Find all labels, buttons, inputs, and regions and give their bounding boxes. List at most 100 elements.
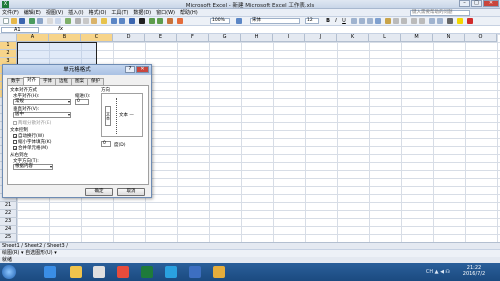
vertical-align-select[interactable]: 居中 [13, 112, 71, 118]
degrees-spinner[interactable]: 0 [101, 141, 111, 147]
fill-color-icon[interactable] [457, 18, 463, 24]
dialog-close-button[interactable]: ✕ [136, 66, 149, 73]
column-header[interactable]: C [81, 34, 113, 42]
column-header[interactable]: N [433, 34, 465, 42]
sort-descending-icon[interactable] [157, 18, 163, 24]
decrease-indent-icon[interactable] [429, 18, 435, 24]
help-search-input[interactable]: 键入需要帮助的问题 [410, 10, 470, 16]
menu-file[interactable]: 文件(F) [2, 9, 19, 16]
column-header[interactable]: A [17, 34, 49, 42]
clock[interactable]: 21:22 2016/7/2 [454, 265, 494, 277]
save-icon[interactable] [19, 18, 25, 24]
column-header[interactable]: J [305, 34, 337, 42]
explorer-icon[interactable] [70, 266, 82, 278]
menu-tools[interactable]: 工具(T) [111, 9, 128, 16]
column-header[interactable]: F [177, 34, 209, 42]
orientation-control[interactable]: 文本 文本 — [101, 93, 143, 137]
increase-indent-icon[interactable] [437, 18, 443, 24]
word-task-icon[interactable] [189, 266, 201, 278]
tab-patterns[interactable]: 图案 [71, 78, 88, 85]
sheet-tabs[interactable]: Sheet1 / Sheet2 / Sheet3 / [0, 242, 500, 249]
fx-icon[interactable]: fx [58, 26, 63, 32]
column-header[interactable]: O [465, 34, 497, 42]
zoom-select[interactable]: 100% [210, 18, 230, 24]
column-header[interactable]: K [337, 34, 369, 42]
autosum-icon[interactable] [139, 18, 145, 24]
font-select[interactable]: 宋体 [250, 18, 300, 24]
align-center-icon[interactable] [359, 18, 365, 24]
column-header[interactable]: I [273, 34, 305, 42]
decrease-decimal-icon[interactable] [419, 18, 425, 24]
justify-distributed-checkbox[interactable]: 两端分散对齐(E) [13, 120, 51, 126]
bold-icon[interactable]: B [325, 18, 331, 24]
app-task-icon[interactable] [165, 266, 177, 278]
cancel-button[interactable]: 取消 [117, 188, 145, 196]
row-header[interactable]: 21 [0, 202, 17, 210]
horizontal-align-select[interactable]: 常规 [13, 99, 71, 105]
tab-number[interactable]: 数字 [7, 78, 24, 85]
merge-center-icon[interactable] [375, 18, 381, 24]
menu-edit[interactable]: 编辑(E) [24, 9, 41, 16]
paste-icon[interactable] [91, 18, 97, 24]
currency-icon[interactable] [385, 18, 391, 24]
sort-ascending-icon[interactable] [149, 18, 155, 24]
copy-icon[interactable] [83, 18, 89, 24]
column-header[interactable]: H [241, 34, 273, 42]
tab-border[interactable]: 边框 [55, 78, 72, 85]
start-button[interactable] [2, 265, 16, 279]
column-header[interactable]: G [209, 34, 241, 42]
percent-icon[interactable] [393, 18, 399, 24]
vertical-text-toggle[interactable]: 文本 [105, 106, 111, 126]
system-tray[interactable]: CH ▲ ◀ ☊ [426, 269, 450, 275]
ie-icon[interactable] [44, 266, 56, 278]
comma-style-icon[interactable] [401, 18, 407, 24]
row-header[interactable]: 1 [0, 42, 17, 50]
row-header[interactable]: 25 [0, 234, 17, 242]
media-icon[interactable] [117, 266, 129, 278]
menu-format[interactable]: 格式(O) [89, 9, 107, 16]
cut-icon[interactable] [75, 18, 81, 24]
select-all-corner[interactable] [0, 34, 17, 42]
dialog-title-bar[interactable]: 单元格格式 ? ✕ [3, 65, 151, 75]
font-size-select[interactable]: 12 [305, 18, 319, 24]
menu-help[interactable]: 帮助(H) [180, 9, 198, 16]
menu-data[interactable]: 数据(D) [133, 9, 151, 16]
text-direction-select[interactable]: 根据内容 [13, 164, 53, 170]
tab-font[interactable]: 字体 [39, 78, 56, 85]
indent-spinner[interactable]: 0 [75, 99, 89, 105]
row-header[interactable]: 22 [0, 210, 17, 218]
column-header[interactable]: L [369, 34, 401, 42]
minimize-button[interactable]: – [459, 0, 470, 7]
help-icon[interactable] [236, 18, 242, 24]
row-header[interactable]: 24 [0, 226, 17, 234]
permission-icon[interactable] [29, 18, 35, 24]
format-painter-icon[interactable] [101, 18, 107, 24]
email-icon[interactable] [37, 18, 43, 24]
maximize-button[interactable]: □ [471, 0, 482, 7]
align-right-icon[interactable] [367, 18, 373, 24]
name-box[interactable]: A1 [1, 27, 39, 33]
drawing-toolbar[interactable]: 绘图(R) ▾ 自选图形(U) ▾ [0, 249, 500, 257]
chrome-icon[interactable] [93, 266, 105, 278]
hyperlink-icon[interactable] [129, 18, 135, 24]
menu-window[interactable]: 窗口(W) [156, 9, 175, 16]
open-icon[interactable] [11, 18, 17, 24]
redo-icon[interactable] [119, 18, 125, 24]
column-header[interactable]: E [145, 34, 177, 42]
print-preview-icon[interactable] [55, 18, 61, 24]
merge-cells-checkbox[interactable]: ✓ 合并单元格(M) [13, 145, 48, 151]
increase-decimal-icon[interactable] [411, 18, 417, 24]
font-color-icon[interactable] [467, 18, 473, 24]
italic-icon[interactable]: I [333, 18, 339, 24]
close-button[interactable]: ✕ [483, 0, 499, 7]
column-header[interactable]: M [401, 34, 433, 42]
paint-task-icon[interactable] [213, 266, 225, 278]
underline-icon[interactable]: U [341, 18, 347, 24]
print-icon[interactable] [47, 18, 53, 24]
borders-icon[interactable] [447, 18, 453, 24]
row-header[interactable]: 2 [0, 50, 17, 58]
column-header[interactable]: D [113, 34, 145, 42]
undo-icon[interactable] [111, 18, 117, 24]
column-header[interactable]: B [49, 34, 81, 42]
dialog-help-button[interactable]: ? [125, 66, 135, 73]
